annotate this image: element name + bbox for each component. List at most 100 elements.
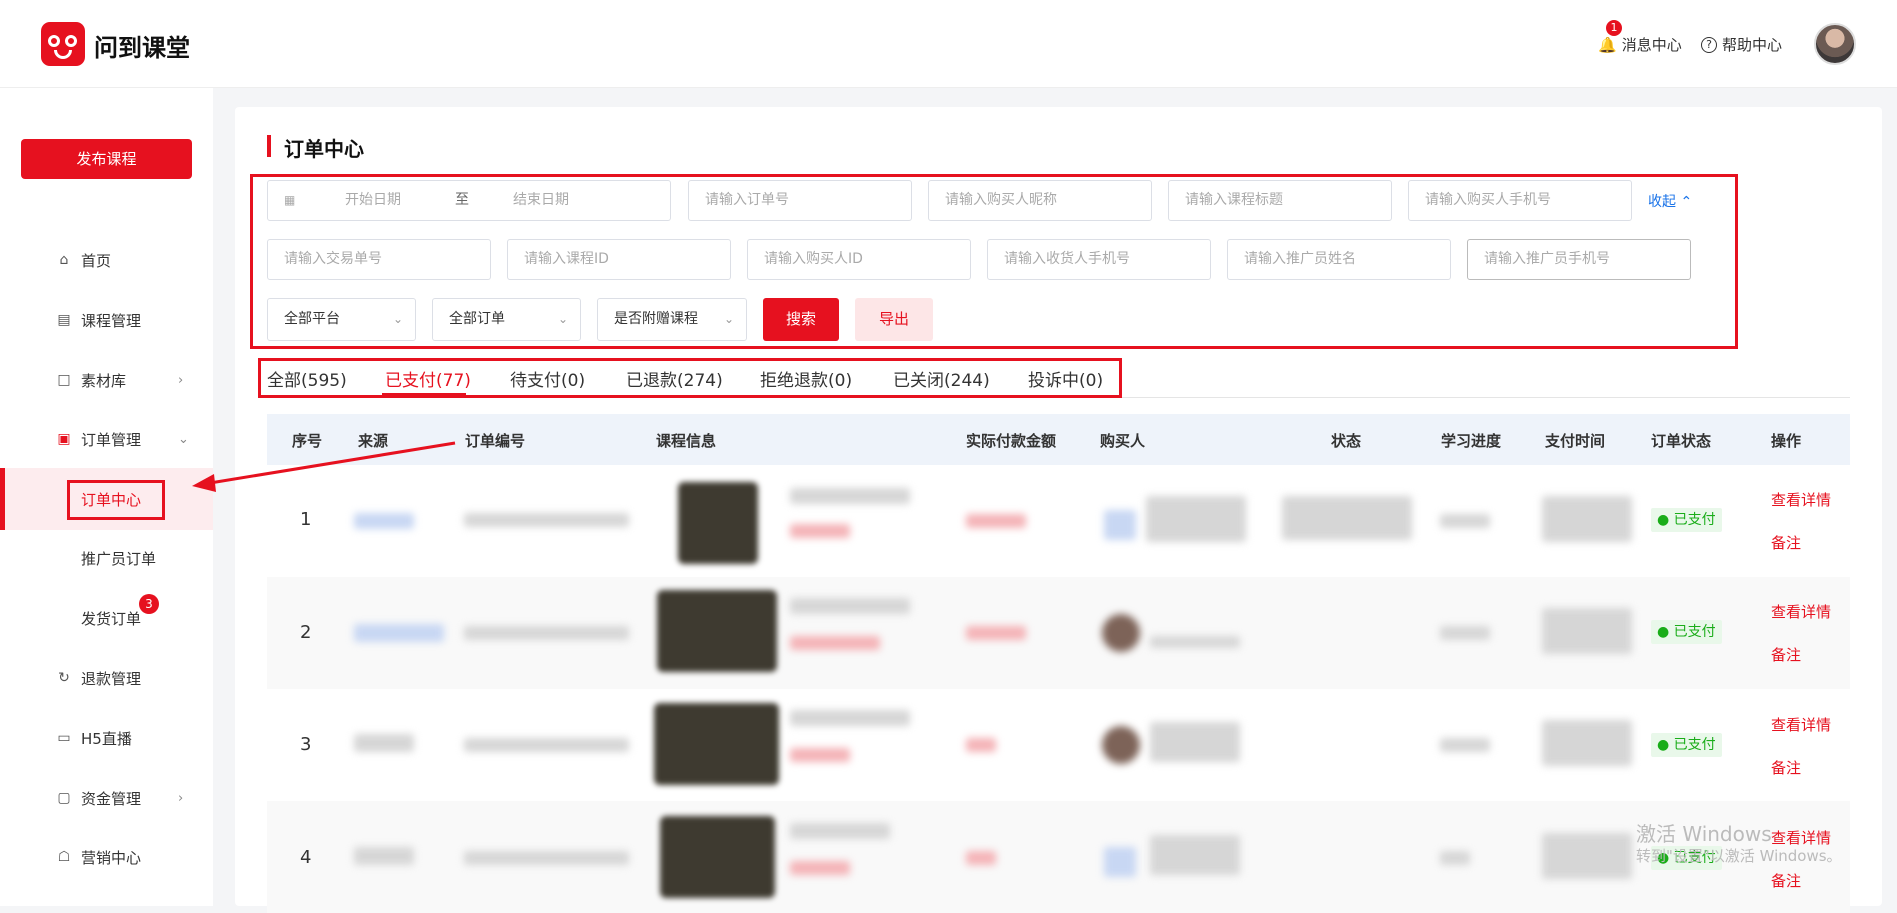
- top-header: 问到课堂 🔔 消息中心 1 ? 帮助中心: [0, 0, 1897, 88]
- windows-activation-watermark: 激活 Windows: [1636, 822, 1772, 846]
- home-icon: ⌂: [59, 252, 69, 268]
- sidebar-item-marketing[interactable]: ☖ 营销中心: [0, 837, 213, 877]
- note-link[interactable]: 备注: [1771, 870, 1801, 891]
- publish-course-button[interactable]: 发布课程: [21, 139, 192, 179]
- blurred-source: [354, 734, 414, 752]
- coins-icon: ●: [1657, 512, 1670, 528]
- export-button[interactable]: 导出: [855, 298, 933, 341]
- sidebar-item-label: 退款管理: [81, 669, 142, 688]
- sidebar-item-funds[interactable]: ▢ 资金管理 ›: [0, 778, 213, 818]
- brand-name[interactable]: 问到课堂: [94, 28, 190, 63]
- coins-icon: ●: [1657, 624, 1670, 640]
- tab-refund-rejected[interactable]: 拒绝退款(0): [760, 366, 852, 391]
- blurred-buyer-avatar: [1102, 726, 1140, 764]
- row-index: 1: [300, 509, 312, 530]
- status-badge: ● 已支付: [1651, 733, 1722, 757]
- blurred-course-price: [790, 524, 850, 538]
- sidebar-item-label: 营销中心: [81, 848, 142, 867]
- gift-icon: ☖: [57, 849, 71, 865]
- blurred-order-number: [464, 626, 629, 640]
- blurred-course-price: [790, 861, 850, 875]
- blurred-buyer-info: [1150, 636, 1240, 648]
- blurred-progress: [1440, 514, 1490, 528]
- sidebar-item-label: 订单管理: [81, 430, 142, 449]
- sidebar-item-label: 推广员订单: [81, 549, 157, 568]
- sidebar-item-label: 课程管理: [81, 311, 142, 330]
- sidebar-item-course-management[interactable]: ▤ 课程管理: [0, 300, 213, 340]
- collapse-link[interactable]: 收起 ⌃: [1648, 191, 1692, 211]
- course-title-input[interactable]: 请输入课程标题: [1168, 180, 1392, 221]
- page-title: 订单中心: [284, 137, 364, 161]
- start-date: 开始日期: [345, 192, 401, 208]
- promoter-phone-input[interactable]: 请输入推广员手机号: [1467, 239, 1691, 280]
- order-number-input[interactable]: 请输入订单号: [688, 180, 912, 221]
- blurred-course-title: [790, 823, 890, 839]
- user-avatar[interactable]: [1814, 23, 1856, 65]
- view-details-link[interactable]: 查看详情: [1771, 601, 1831, 622]
- sidebar-item-shipping-orders[interactable]: 发货订单: [0, 598, 213, 638]
- col-actions: 操作: [1771, 432, 1802, 450]
- chevron-right-icon: ›: [178, 372, 184, 388]
- refund-icon: ↻: [58, 670, 70, 686]
- gift-course-select[interactable]: 是否附赠课程 ⌄: [597, 298, 747, 341]
- trade-number-input[interactable]: 请输入交易单号: [267, 239, 491, 280]
- note-link[interactable]: 备注: [1771, 532, 1801, 553]
- sidebar-item-live[interactable]: ▭ H5直播: [0, 718, 213, 758]
- blurred-order-number: [464, 851, 629, 865]
- col-pay-time: 支付时间: [1545, 432, 1606, 450]
- tab-complaint[interactable]: 投诉中(0): [1028, 366, 1103, 391]
- blurred-pay-time: [1542, 608, 1632, 654]
- view-details-link[interactable]: 查看详情: [1771, 489, 1831, 510]
- blurred-course-title: [790, 710, 910, 726]
- help-link[interactable]: ? 帮助中心: [1701, 34, 1782, 55]
- date-separator: 至: [455, 192, 469, 208]
- chevron-down-icon: ⌄: [178, 431, 189, 447]
- buyer-phone-input[interactable]: 请输入购买人手机号: [1408, 180, 1632, 221]
- note-link[interactable]: 备注: [1771, 757, 1801, 778]
- order-type-select[interactable]: 全部订单 ⌄: [432, 298, 581, 341]
- sidebar-item-promoter-orders[interactable]: 推广员订单: [0, 538, 213, 578]
- col-progress: 学习进度: [1441, 432, 1502, 450]
- blurred-buyer-info: [1150, 722, 1240, 762]
- blurred-order-number: [464, 513, 629, 527]
- search-button[interactable]: 搜索: [763, 298, 839, 341]
- sidebar-item-label: 资金管理: [81, 789, 142, 808]
- logo-icon[interactable]: [41, 22, 85, 66]
- blurred-pay-time: [1542, 496, 1632, 542]
- tab-all[interactable]: 全部(595): [267, 366, 347, 391]
- buyer-id-input[interactable]: 请输入购买人ID: [747, 239, 971, 280]
- notifications-link[interactable]: 🔔 消息中心: [1598, 34, 1682, 55]
- blurred-course-title: [790, 488, 910, 504]
- blurred-progress: [1440, 851, 1470, 865]
- folder-icon: □: [57, 372, 71, 388]
- date-range-picker[interactable]: ▦ 开始日期 至 结束日期: [267, 180, 671, 221]
- sidebar-item-home[interactable]: ⌂ 首页: [0, 240, 213, 280]
- blurred-course-thumbnail: [660, 816, 775, 898]
- sidebar-item-order-management[interactable]: ▣ 订单管理 ⌄: [0, 419, 213, 459]
- blurred-progress: [1440, 626, 1490, 640]
- sidebar-item-refunds[interactable]: ↻ 退款管理: [0, 658, 213, 698]
- buyer-nickname-input[interactable]: 请输入购买人昵称: [928, 180, 1152, 221]
- blurred-source: [354, 513, 414, 529]
- col-order-status: 订单状态: [1651, 432, 1712, 450]
- blurred-amount: [966, 514, 1026, 528]
- note-link[interactable]: 备注: [1771, 644, 1801, 665]
- sidebar-item-label: 素材库: [81, 371, 127, 390]
- col-course-info: 课程信息: [656, 432, 717, 450]
- promoter-name-input[interactable]: 请输入推广员姓名: [1227, 239, 1451, 280]
- tab-closed[interactable]: 已关闭(244): [893, 366, 990, 391]
- tab-paid[interactable]: 已支付(77): [385, 366, 471, 391]
- receiver-phone-input[interactable]: 请输入收货人手机号: [987, 239, 1211, 280]
- course-id-input[interactable]: 请输入课程ID: [507, 239, 731, 280]
- col-buyer: 购买人: [1100, 432, 1146, 450]
- chevron-up-icon: ⌃: [1680, 194, 1693, 210]
- chevron-right-icon: ›: [178, 790, 184, 806]
- tab-refunded[interactable]: 已退款(274): [626, 366, 723, 391]
- col-status: 状态: [1331, 432, 1362, 450]
- platform-select[interactable]: 全部平台 ⌄: [267, 298, 416, 341]
- tab-pending[interactable]: 待支付(0): [510, 366, 585, 391]
- blurred-course-price: [790, 748, 850, 762]
- view-details-link[interactable]: 查看详情: [1771, 714, 1831, 735]
- sidebar-item-materials[interactable]: □ 素材库 ›: [0, 360, 213, 400]
- blurred-order-number: [464, 738, 629, 752]
